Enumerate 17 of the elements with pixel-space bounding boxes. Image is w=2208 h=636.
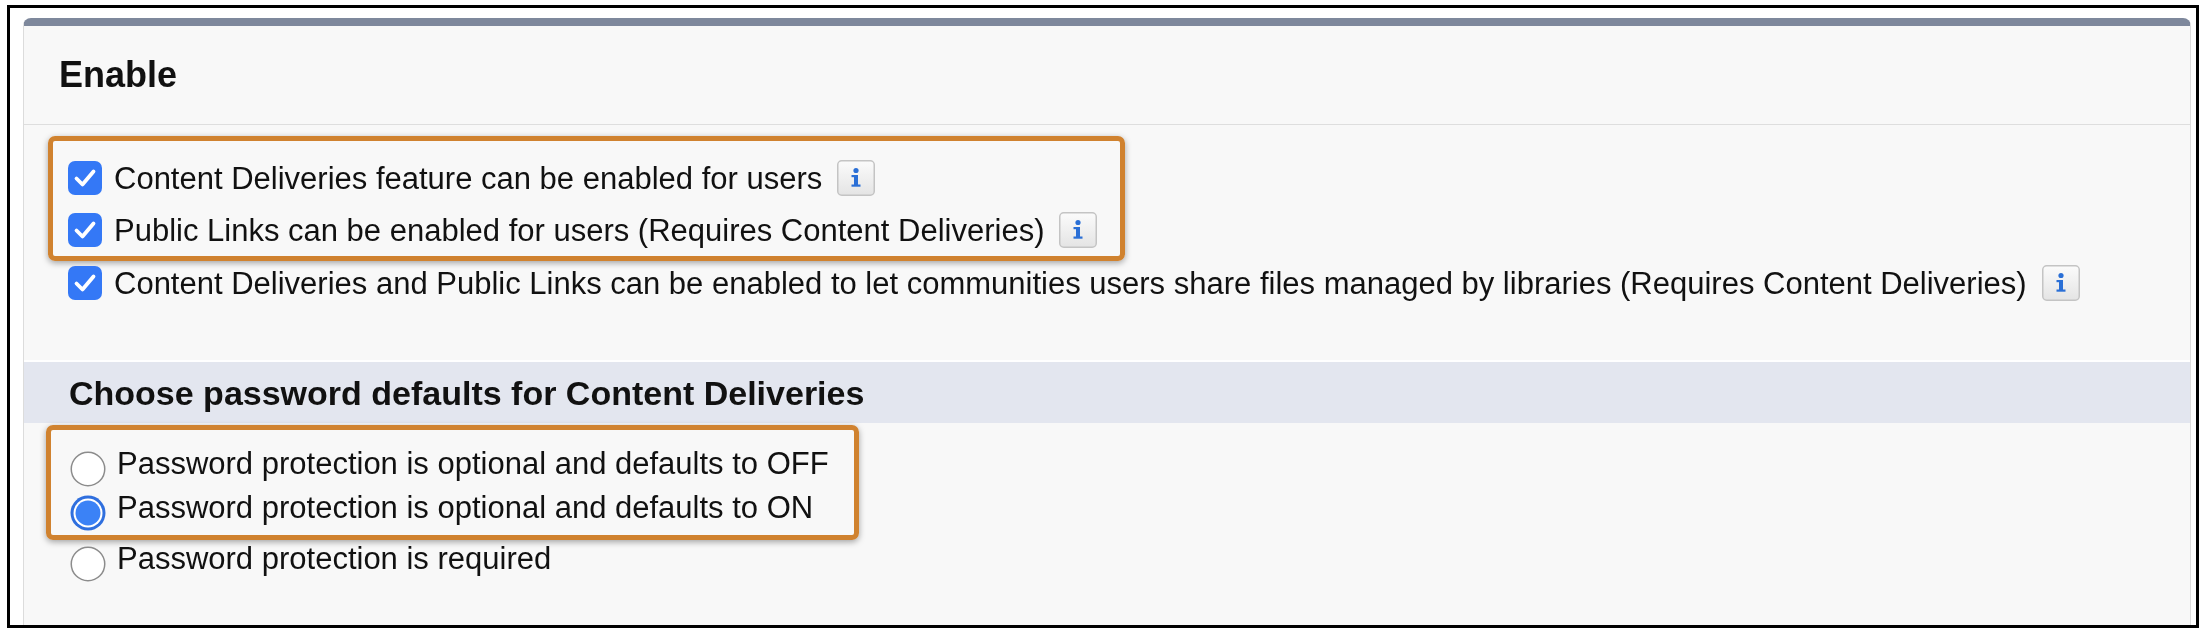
checkbox[interactable]: [68, 266, 102, 300]
radio-button[interactable]: [70, 451, 106, 487]
checkbox-label: Public Links can be enabled for users (Requires Content Deliveries): [114, 214, 1045, 246]
radio-button[interactable]: [70, 495, 106, 531]
checkbox[interactable]: [68, 161, 102, 195]
radio-label: Password protection is optional and defaults to OFF: [117, 447, 829, 479]
radio-label: Password protection is optional and defaults to ON: [117, 491, 814, 523]
radio-label: Password protection is required: [117, 542, 552, 574]
section-heading: Enable: [59, 57, 178, 93]
checkbox-label: Content Deliveries feature can be enabled for users: [114, 162, 823, 194]
info-icon[interactable]: [1059, 212, 1098, 248]
checkbox-label: Content Deliveries and Public Links can be enabled to let communities users share files managed by libraries (Requires Content Deliveries): [114, 267, 2027, 299]
checkbox[interactable]: [68, 213, 102, 247]
info-icon[interactable]: [2041, 265, 2080, 301]
radio-button[interactable]: [70, 546, 106, 582]
section-title: Choose password defaults for Content Deliveries: [69, 375, 865, 410]
info-icon[interactable]: [837, 160, 876, 196]
